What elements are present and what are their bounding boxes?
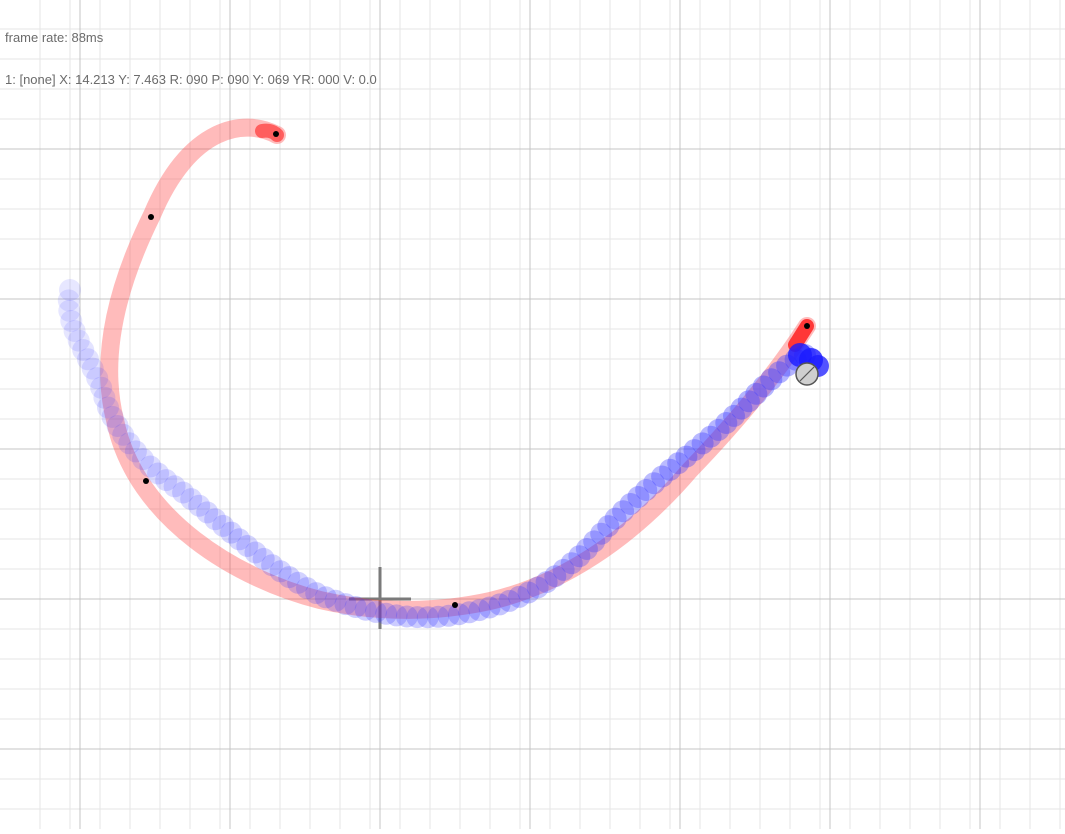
sample-point <box>452 602 458 608</box>
touch-canvas[interactable]: frame rate: 88ms 1: [none] X: 14.213 Y: … <box>0 0 1065 829</box>
grid-minor-lines <box>0 0 1065 829</box>
sample-point <box>804 323 810 329</box>
trail-visualization[interactable] <box>0 0 1065 829</box>
pointer-cursor-icon[interactable] <box>795 362 819 386</box>
red-trail <box>100 118 816 619</box>
sample-point <box>273 131 279 137</box>
sample-point <box>148 214 154 220</box>
sample-point <box>143 478 149 484</box>
